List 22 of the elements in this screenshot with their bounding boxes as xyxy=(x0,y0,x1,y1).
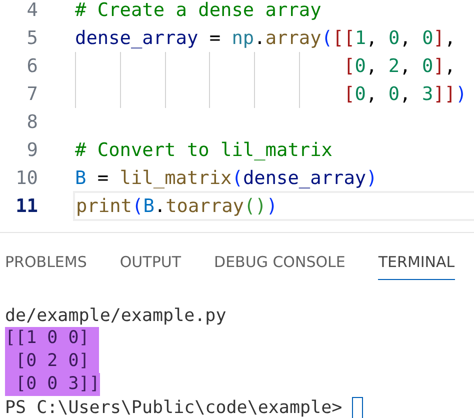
code-line: # Convert to lil_matrix xyxy=(75,140,332,160)
terminal-line: PS C:\Users\Public\code\example> xyxy=(5,398,342,418)
panel-tab[interactable]: DEBUG CONSOLE xyxy=(214,253,346,280)
text-cursor xyxy=(352,396,364,418)
line-number: 10 xyxy=(14,168,38,188)
line-number: 6 xyxy=(26,56,38,76)
code-line: [0, 2, 0], xyxy=(344,56,456,76)
terminal-line: de/example/example.py xyxy=(5,306,226,326)
line-number: 7 xyxy=(26,84,38,104)
line-number: 8 xyxy=(26,112,38,132)
panel-tab[interactable]: OUTPUT xyxy=(120,253,182,280)
code-line: [0, 0, 3]]) xyxy=(344,84,467,104)
line-number: 5 xyxy=(26,28,38,48)
code-line: # Create a dense array xyxy=(75,0,322,20)
panel-tab[interactable]: PROBLEMS xyxy=(5,253,87,280)
code-line: print(B.toarray()) xyxy=(76,196,278,216)
line-number: 11 xyxy=(14,196,38,216)
line-number: 4 xyxy=(26,0,38,20)
panel-tab[interactable]: TERMINAL xyxy=(378,253,455,280)
code-line: B = lil_matrix(dense_array) xyxy=(75,168,378,188)
line-number: 9 xyxy=(26,140,38,160)
code-line: dense_array = np.array([[1, 0, 0], xyxy=(75,28,456,48)
